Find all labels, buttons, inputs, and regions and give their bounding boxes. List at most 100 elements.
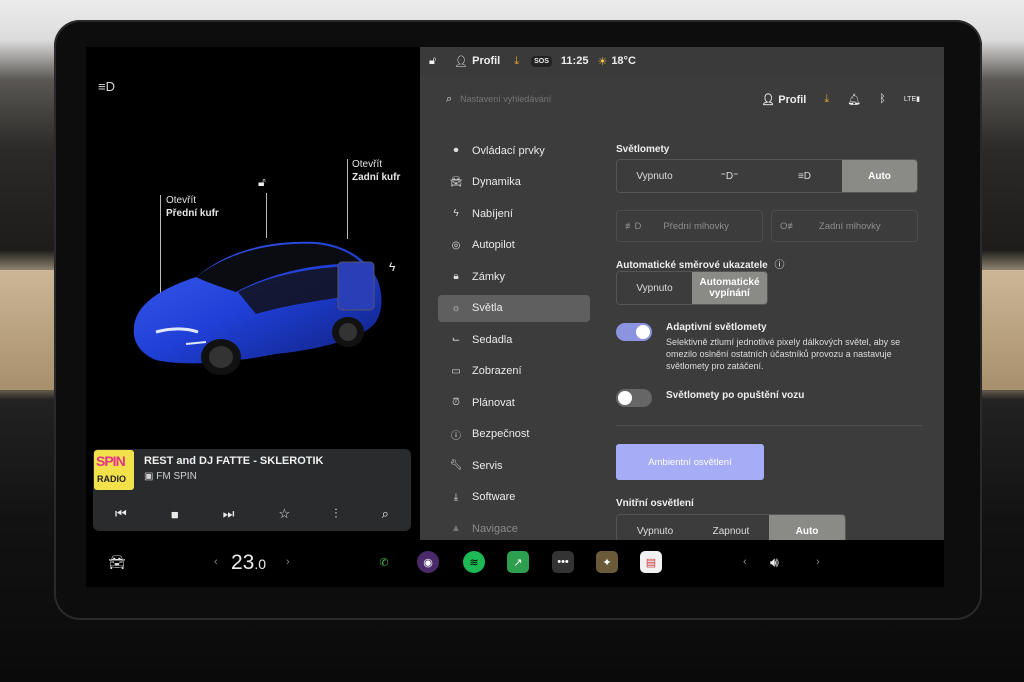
profile-status[interactable]: 👤︎ Profil (454, 55, 500, 68)
volume-icon[interactable]: 🔊︎ (770, 554, 779, 571)
car-model-image (133, 241, 382, 375)
headlights-option-off[interactable]: Vypnuto (617, 160, 692, 192)
bell-icon[interactable]: 🔔︎ (847, 93, 861, 106)
nav-label: Sedadla (472, 333, 513, 346)
nav-item-autopilot[interactable]: ◎ Autopilot (438, 232, 590, 260)
navigation-icon: ▲ (451, 523, 461, 535)
settings-search-input[interactable] (460, 94, 661, 104)
stop-icon[interactable]: ■ (171, 507, 179, 522)
open-trunk-label[interactable]: Otevřít Zadní kufr (352, 158, 400, 184)
car-icon: 🚘︎ (449, 176, 463, 188)
parking-lights-option[interactable]: ⁼D⁼ (692, 160, 767, 192)
toggle-icon: ⏺ (453, 145, 459, 157)
spotify-icon[interactable]: ≋ (463, 551, 485, 573)
turn-signals-off[interactable]: Vypnuto (617, 272, 692, 304)
nav-item-dynamics[interactable]: 🚘︎ Dynamika (438, 169, 590, 197)
exit-lights-label: Světlomety po opuštění vozu (666, 390, 805, 401)
temp-up-chevron-icon[interactable]: › (286, 556, 290, 568)
next-icon[interactable]: ⏭︎ (223, 506, 235, 522)
adaptive-headlights-description: Selektivně ztlumí jednotlivé pixely dálk… (666, 337, 901, 371)
phone-icon[interactable]: ✆ (373, 551, 395, 573)
nav-item-navigation[interactable]: ▲ Navigace (438, 515, 590, 543)
clock-time: 11:25 (560, 55, 589, 67)
profile-label: Profil (778, 93, 807, 106)
ambient-lighting-button[interactable]: Ambientní osvětlení (616, 444, 764, 480)
toybox-icon[interactable]: ✦ (596, 551, 618, 573)
nav-label: Bezpečnost (472, 428, 530, 441)
open-frunk-label[interactable]: Otevřít Přední kufr (166, 194, 219, 220)
toggle-knob (636, 325, 650, 339)
calendar-icon[interactable]: ▤ (640, 551, 662, 573)
touchscreen: ≡D Otevřít Přední kufr Otevřít Zadní kuf… (86, 47, 944, 587)
volume-down-chevron-icon[interactable]: ‹ (743, 556, 747, 568)
bluetooth-icon[interactable]: ᛒ (879, 93, 886, 105)
top-right-icons: 👤︎ Profil ⤓ 🔔︎ ᛒ LTE▮ (761, 87, 920, 111)
volume-up-chevron-icon[interactable]: › (816, 556, 820, 568)
low-beam-option[interactable]: ≡D (767, 160, 842, 192)
nav-item-controls[interactable]: ⏺ Ovládací prvky (438, 137, 590, 165)
nav-item-lights[interactable]: ☼ Světla (438, 294, 590, 322)
lock-icon: 🔒︎ (453, 271, 459, 283)
toggle-knob (618, 391, 632, 405)
favorite-star-icon[interactable]: ☆ (279, 506, 291, 522)
stocks-chart-icon[interactable]: ↗ (507, 551, 529, 573)
rear-fog-label: Zadní mlhovky (818, 220, 881, 232)
nav-label: Ovládací prvky (472, 144, 545, 157)
trunk-action: Otevřít (352, 159, 383, 170)
person-icon: 👤︎ (454, 55, 469, 68)
sos-badge[interactable]: SOS (531, 55, 552, 67)
turn-signals-title: Automatické směrové ukazatele (616, 260, 768, 271)
nav-item-seats[interactable]: ⌙ Sedadla (438, 326, 590, 354)
settings-top-bar: ⌕ 👤︎ Profil ⤓ 🔔︎ ᛒ LTE▮ (420, 87, 944, 111)
trunk-name: Zadní kufr (352, 172, 401, 183)
rear-fog-button[interactable]: O≢ Zadní mlhovky (771, 210, 918, 242)
front-fog-button[interactable]: ≢D Přední mlhovky (616, 210, 763, 242)
equalizer-icon[interactable]: ⫶ (334, 506, 337, 522)
rear-fog-icon: O≢ (780, 220, 797, 232)
download-status-icon[interactable]: ⤓ (514, 55, 519, 68)
car-icon[interactable]: 🚘︎ (108, 554, 126, 571)
nav-item-software[interactable]: ⤓ Software (438, 484, 590, 512)
nav-label: Autopilot (472, 239, 515, 252)
headlights-title: Světlomety (616, 144, 670, 155)
exit-lights-toggle[interactable] (616, 389, 652, 407)
seat-icon: ⌙ (451, 334, 461, 346)
download-icon[interactable]: ⤓ (824, 93, 829, 106)
media-controls: ⏮︎ ■ ⏭︎ ☆ ⫶ ⌕ (93, 501, 411, 527)
turn-signals-auto[interactable]: Automatické vypínání (692, 272, 767, 304)
camera-icon[interactable]: ◉ (417, 551, 439, 573)
nav-item-service[interactable]: 🔧︎ Servis (438, 452, 590, 480)
parking-lights-icon: ⁼D⁼ (720, 170, 739, 182)
clock-icon: ⏰︎ (452, 397, 460, 409)
frunk-name: Přední kufr (166, 208, 219, 219)
headlights-option-auto[interactable]: Auto (842, 160, 917, 192)
search-icon[interactable]: ⌕ (446, 93, 452, 106)
temperature-int: 23 (231, 551, 255, 574)
more-apps-icon[interactable]: ••• (552, 551, 574, 573)
unlock-icon[interactable]: 🔓︎ (258, 175, 266, 190)
adaptive-headlights-toggle[interactable] (616, 323, 652, 341)
nav-item-safety[interactable]: ⓘ Bezpečnost (438, 421, 590, 449)
previous-icon[interactable]: ⏮︎ (115, 506, 127, 522)
nav-item-schedule[interactable]: ⏰︎ Plánovat (438, 389, 590, 417)
adaptive-headlights-label: Adaptivní světlomety (666, 322, 767, 333)
track-title: REST and DJ FATTE - SKLEROTIK (144, 455, 324, 467)
radio-icon: ▣ (144, 471, 157, 482)
nav-item-locks[interactable]: 🔒︎ Zámky (438, 263, 590, 291)
cabin-temperature[interactable]: 23.0 (231, 551, 266, 575)
status-bar: 🔓︎ 👤︎ Profil ⤓ SOS 11:25 ☀ 18°C (420, 47, 944, 75)
front-fog-icon: ≢D (625, 220, 642, 232)
section-divider (616, 425, 922, 426)
nav-item-display[interactable]: ▭ Zobrazení (438, 358, 590, 386)
station-name-row: ▣ FM SPIN (144, 471, 197, 482)
nav-label: Servis (472, 459, 503, 472)
nav-item-charging[interactable]: ϟ Nabíjení (438, 200, 590, 228)
search-icon[interactable]: ⌕ (382, 506, 389, 522)
lock-status-icon[interactable]: 🔓︎ (429, 55, 436, 68)
profile-button[interactable]: 👤︎ Profil (761, 93, 806, 106)
temp-down-chevron-icon[interactable]: ‹ (214, 556, 218, 568)
info-icon[interactable]: ⓘ (775, 260, 785, 271)
nav-label: Světla (472, 302, 503, 315)
headlight-icon[interactable]: ≡D (98, 79, 115, 94)
nav-label: Plánovat (472, 396, 515, 409)
